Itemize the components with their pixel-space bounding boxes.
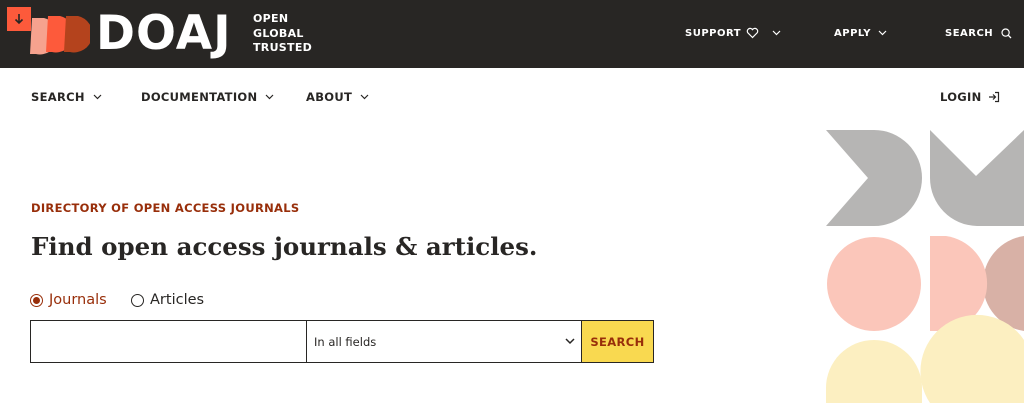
chevron-down-icon (772, 30, 781, 36)
support-label: SUPPORT (685, 27, 742, 39)
tagline-line: TRUSTED (253, 41, 313, 54)
radio-button-selected[interactable] (30, 293, 43, 307)
brand-tagline: OPEN GLOBAL TRUSTED (253, 12, 312, 56)
logo-wordmark[interactable]: DOAJ (96, 4, 232, 64)
nav-search-menu[interactable]: SEARCH (31, 89, 102, 105)
support-menu[interactable]: SUPPORT (685, 26, 781, 40)
chevron-down-icon (93, 94, 102, 100)
search-field-selected-value: In all fields (314, 334, 377, 349)
chevron-down-icon (565, 338, 575, 345)
decorative-shapes (826, 130, 1024, 403)
top-search-link[interactable]: SEARCH (945, 26, 1012, 40)
hero-eyebrow: DIRECTORY OF OPEN ACCESS JOURNALS (31, 201, 300, 215)
nav-documentation-label: DOCUMENTATION (141, 90, 258, 104)
tagline-line: OPEN (253, 12, 289, 25)
heart-icon (746, 27, 759, 39)
chevron-down-icon (360, 94, 369, 100)
radio-button-unselected[interactable] (131, 293, 144, 307)
doaj-logo-mark[interactable] (26, 14, 90, 56)
arrow-down-icon (14, 14, 24, 25)
chevron-down-icon (265, 94, 274, 100)
radio-articles[interactable]: Articles (131, 292, 204, 308)
search-icon (1001, 27, 1012, 38)
search-submit-button[interactable]: SEARCH (582, 320, 654, 363)
nav-documentation-menu[interactable]: DOCUMENTATION (141, 89, 274, 105)
chevron-down-icon (878, 30, 887, 36)
page-title: Find open access journals & articles. (31, 232, 538, 261)
search-field-select[interactable]: In all fields (306, 320, 582, 363)
radio-journals[interactable]: Journals (30, 292, 107, 308)
nav-about-label: ABOUT (306, 90, 353, 104)
login-link[interactable]: LOGIN (940, 89, 1000, 105)
apply-label: APPLY (834, 27, 871, 39)
login-label: LOGIN (940, 90, 982, 104)
nav-search-label: SEARCH (31, 90, 85, 104)
login-icon (988, 91, 999, 103)
search-input[interactable] (30, 320, 306, 363)
nav-about-menu[interactable]: ABOUT (306, 89, 369, 105)
radio-journals-label: Journals (49, 292, 107, 308)
search-form: In all fields SEARCH (30, 320, 654, 363)
top-search-label: SEARCH (945, 27, 994, 39)
apply-menu[interactable]: APPLY (834, 26, 887, 40)
top-bar: DOAJ OPEN GLOBAL TRUSTED SUPPORT APPLY S… (0, 0, 1024, 68)
tagline-line: GLOBAL (253, 26, 304, 40)
radio-articles-label: Articles (150, 292, 205, 308)
